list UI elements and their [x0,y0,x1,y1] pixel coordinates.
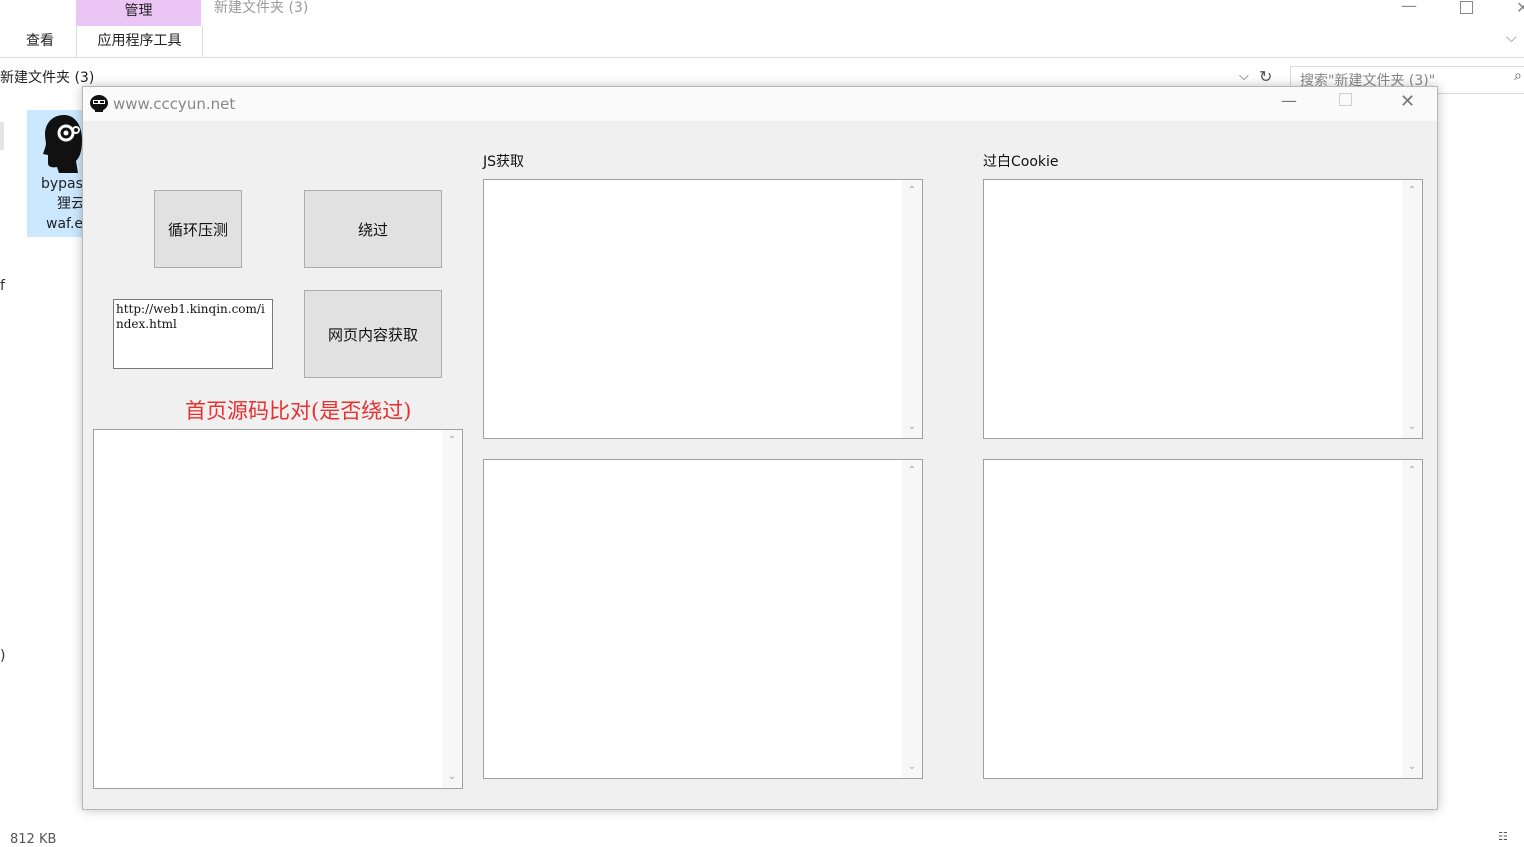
scroll-down-icon[interactable]: ⌄ [907,422,917,432]
js-output-textarea[interactable]: ⌃ ⌄ [483,179,923,439]
file-name-line: waf.e [46,216,84,232]
minimize-icon[interactable]: — [1281,91,1297,110]
details-view-icon[interactable]: ☷ [1498,830,1508,843]
vertical-scrollbar[interactable] [442,430,462,788]
explorer-minimize-icon[interactable]: — [1401,0,1417,15]
vertical-scrollbar[interactable] [1402,180,1422,438]
scroll-up-icon[interactable]: ⌃ [1407,466,1417,476]
scroll-up-icon[interactable]: ⌃ [907,466,917,476]
explorer-window-title: 新建文件夹 (3) [214,0,309,16]
ribbon-tab-manage[interactable]: 管理 [76,0,201,26]
dialog-title: www.cccyun.net [113,95,236,113]
nav-pane-text-fragment: ) [0,648,6,664]
scroll-down-icon[interactable]: ⌄ [1407,762,1417,772]
cookie-output-textarea[interactable]: ⌃ ⌄ [983,179,1423,439]
dialog-titlebar[interactable]: www.cccyun.net — ✕ [83,87,1437,121]
vertical-scrollbar[interactable] [902,180,922,438]
nav-pane-text-fragment: f [0,278,5,294]
refresh-icon[interactable]: ↻ [1259,67,1272,86]
bypass-button[interactable]: 绕过 [304,190,442,268]
explorer-maximize-icon[interactable] [1460,1,1473,14]
address-chevron-down-icon[interactable]: ⌵ [1239,69,1249,84]
ribbon-divider [0,57,1524,58]
scroll-up-icon[interactable]: ⌃ [907,186,917,196]
file-name-line: bypas [41,176,83,192]
status-file-size: 812 KB [10,832,57,847]
scroll-up-icon[interactable]: ⌃ [447,436,457,446]
js-detail-textarea[interactable]: ⌃ ⌄ [483,459,923,779]
ribbon-expand-chevron-icon[interactable]: ⌵ [1506,30,1517,46]
scroll-down-icon[interactable]: ⌄ [907,762,917,772]
url-input[interactable]: http://web1.kinqin.com/index.html [113,299,273,369]
vertical-scrollbar[interactable] [1402,460,1422,778]
nav-pane-edge [0,122,4,150]
search-icon[interactable]: ⌕ [1514,68,1522,84]
homepage-compare-label: 首页源码比对(是否绕过) [185,399,412,423]
explorer-close-icon[interactable]: ✕ [1516,0,1524,17]
app-dialog-window: www.cccyun.net — ✕ 循环压测 绕过 http://web1.k… [82,86,1438,810]
compare-textarea[interactable]: ⌃ ⌄ [93,429,463,789]
cookie-detail-textarea[interactable]: ⌃ ⌄ [983,459,1423,779]
app-head-gear-icon [43,115,82,173]
address-bar-path[interactable]: 新建文件夹 (3) [0,69,94,87]
maximize-icon[interactable] [1339,93,1352,106]
ribbon-tab-app-tools[interactable]: 应用程序工具 [76,26,203,58]
file-name-line: 狸云 [57,196,85,212]
app-head-icon [90,95,108,112]
close-icon[interactable]: ✕ [1400,91,1415,112]
loop-test-button[interactable]: 循环压测 [154,190,242,268]
ribbon-tab-view[interactable]: 查看 [26,32,54,50]
vertical-scrollbar[interactable] [902,460,922,778]
fetch-page-content-button[interactable]: 网页内容获取 [304,290,442,378]
scroll-down-icon[interactable]: ⌄ [1407,422,1417,432]
scroll-up-icon[interactable]: ⌃ [1407,186,1417,196]
scroll-down-icon[interactable]: ⌄ [447,772,457,782]
js-label: JS获取 [483,154,525,170]
cookie-label: 过白Cookie [983,154,1059,170]
